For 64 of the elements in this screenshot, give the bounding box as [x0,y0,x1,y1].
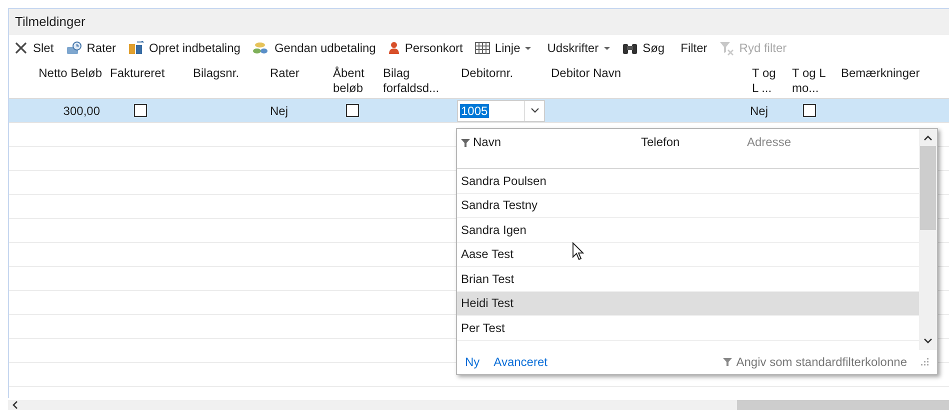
checkbox[interactable] [346,104,359,117]
lookup-row[interactable]: Per Test [457,316,919,340]
document-coins-icon [128,41,144,55]
column-header[interactable]: Bilagsnr. [189,61,266,98]
table-cell-text: Nej [749,102,770,120]
calendar-clock-icon [66,41,82,55]
panel-title: Tilmeldinger [15,13,86,32]
column-header[interactable]: Åbent beløb [329,61,379,98]
footer-link[interactable]: Avanceret [494,353,548,371]
scroll-down-icon[interactable] [924,338,932,344]
column-header[interactable]: Debitornr. [457,61,547,98]
column-header[interactable]: T og L mo... [788,61,837,98]
scrollbar-thumb[interactable] [920,146,936,230]
toolbar-button[interactable]: Slet [13,37,55,59]
table-cell-text: 300,00 [62,102,101,120]
toolbar-button[interactable]: Søg [620,37,666,59]
lookup-row[interactable]: Sandra Poulsen [457,169,919,194]
column-header[interactable]: Faktureret [106,61,189,98]
toolbar-button[interactable]: Personkort [386,37,464,59]
grid-icon [474,41,490,55]
lookup-row[interactable]: Sandra Testny [457,194,919,218]
toolbar-button[interactable]: Gendan udbetaling [251,37,377,59]
checkbox[interactable] [803,104,816,117]
horizontal-scrollbar[interactable] [8,400,949,410]
column-header[interactable]: Debitor Navn [547,61,748,98]
mouse-pointer-icon [572,242,584,261]
column-header[interactable]: T og L ... [748,61,788,98]
lookup-row[interactable]: Aase Test [457,242,919,267]
footer-link[interactable]: Ny [465,353,480,371]
toolbar-button[interactable]: Filter [680,37,708,59]
lookup-row[interactable]: Sandra Igen [457,218,919,242]
scroll-up-icon[interactable] [924,135,932,141]
chevron-down-icon [530,108,538,113]
filter-column-button[interactable]: Angiv som standardfilterkolonne [723,353,907,371]
column-header[interactable]: Bilag forfaldsd... [379,61,457,98]
coins-icon [252,41,270,55]
binoculars-icon [622,41,638,55]
toolbar-button[interactable]: Linje [474,37,532,59]
close-icon [14,41,28,55]
column-header[interactable]: Adresse [743,133,913,168]
caret-icon [604,46,610,50]
clear-filter-icon [719,40,734,56]
person-icon [388,41,400,55]
combo-box[interactable]: 1005 [457,100,545,122]
column-header[interactable]: Netto Beløb [9,61,106,98]
table-row[interactable]: 300,00 Nej 1005 Nej [9,99,949,123]
checkbox[interactable] [134,104,147,117]
lookup-row[interactable]: Brian Test [457,267,919,292]
lookup-row[interactable]: Heidi Test [457,292,919,316]
column-header[interactable]: Navn [457,133,637,168]
filter-icon [461,139,470,147]
column-header[interactable]: Bemærkninger [837,61,949,98]
column-header[interactable]: Telefon [637,133,743,168]
toolbar-button[interactable]: Opret indbetaling [127,37,242,59]
scroll-left-icon[interactable] [12,401,18,409]
column-header[interactable]: Rater [266,61,329,98]
vertical-scrollbar[interactable] [919,129,937,350]
scrollbar-thumb[interactable] [737,400,949,410]
toolbar-button[interactable]: Udskrifter [546,37,611,59]
toolbar-button[interactable]: Rater [64,37,118,59]
filter-icon [723,358,732,366]
table-cell-text: Nej [269,102,290,120]
caret-icon [525,46,532,50]
resize-grip-icon [921,358,929,366]
